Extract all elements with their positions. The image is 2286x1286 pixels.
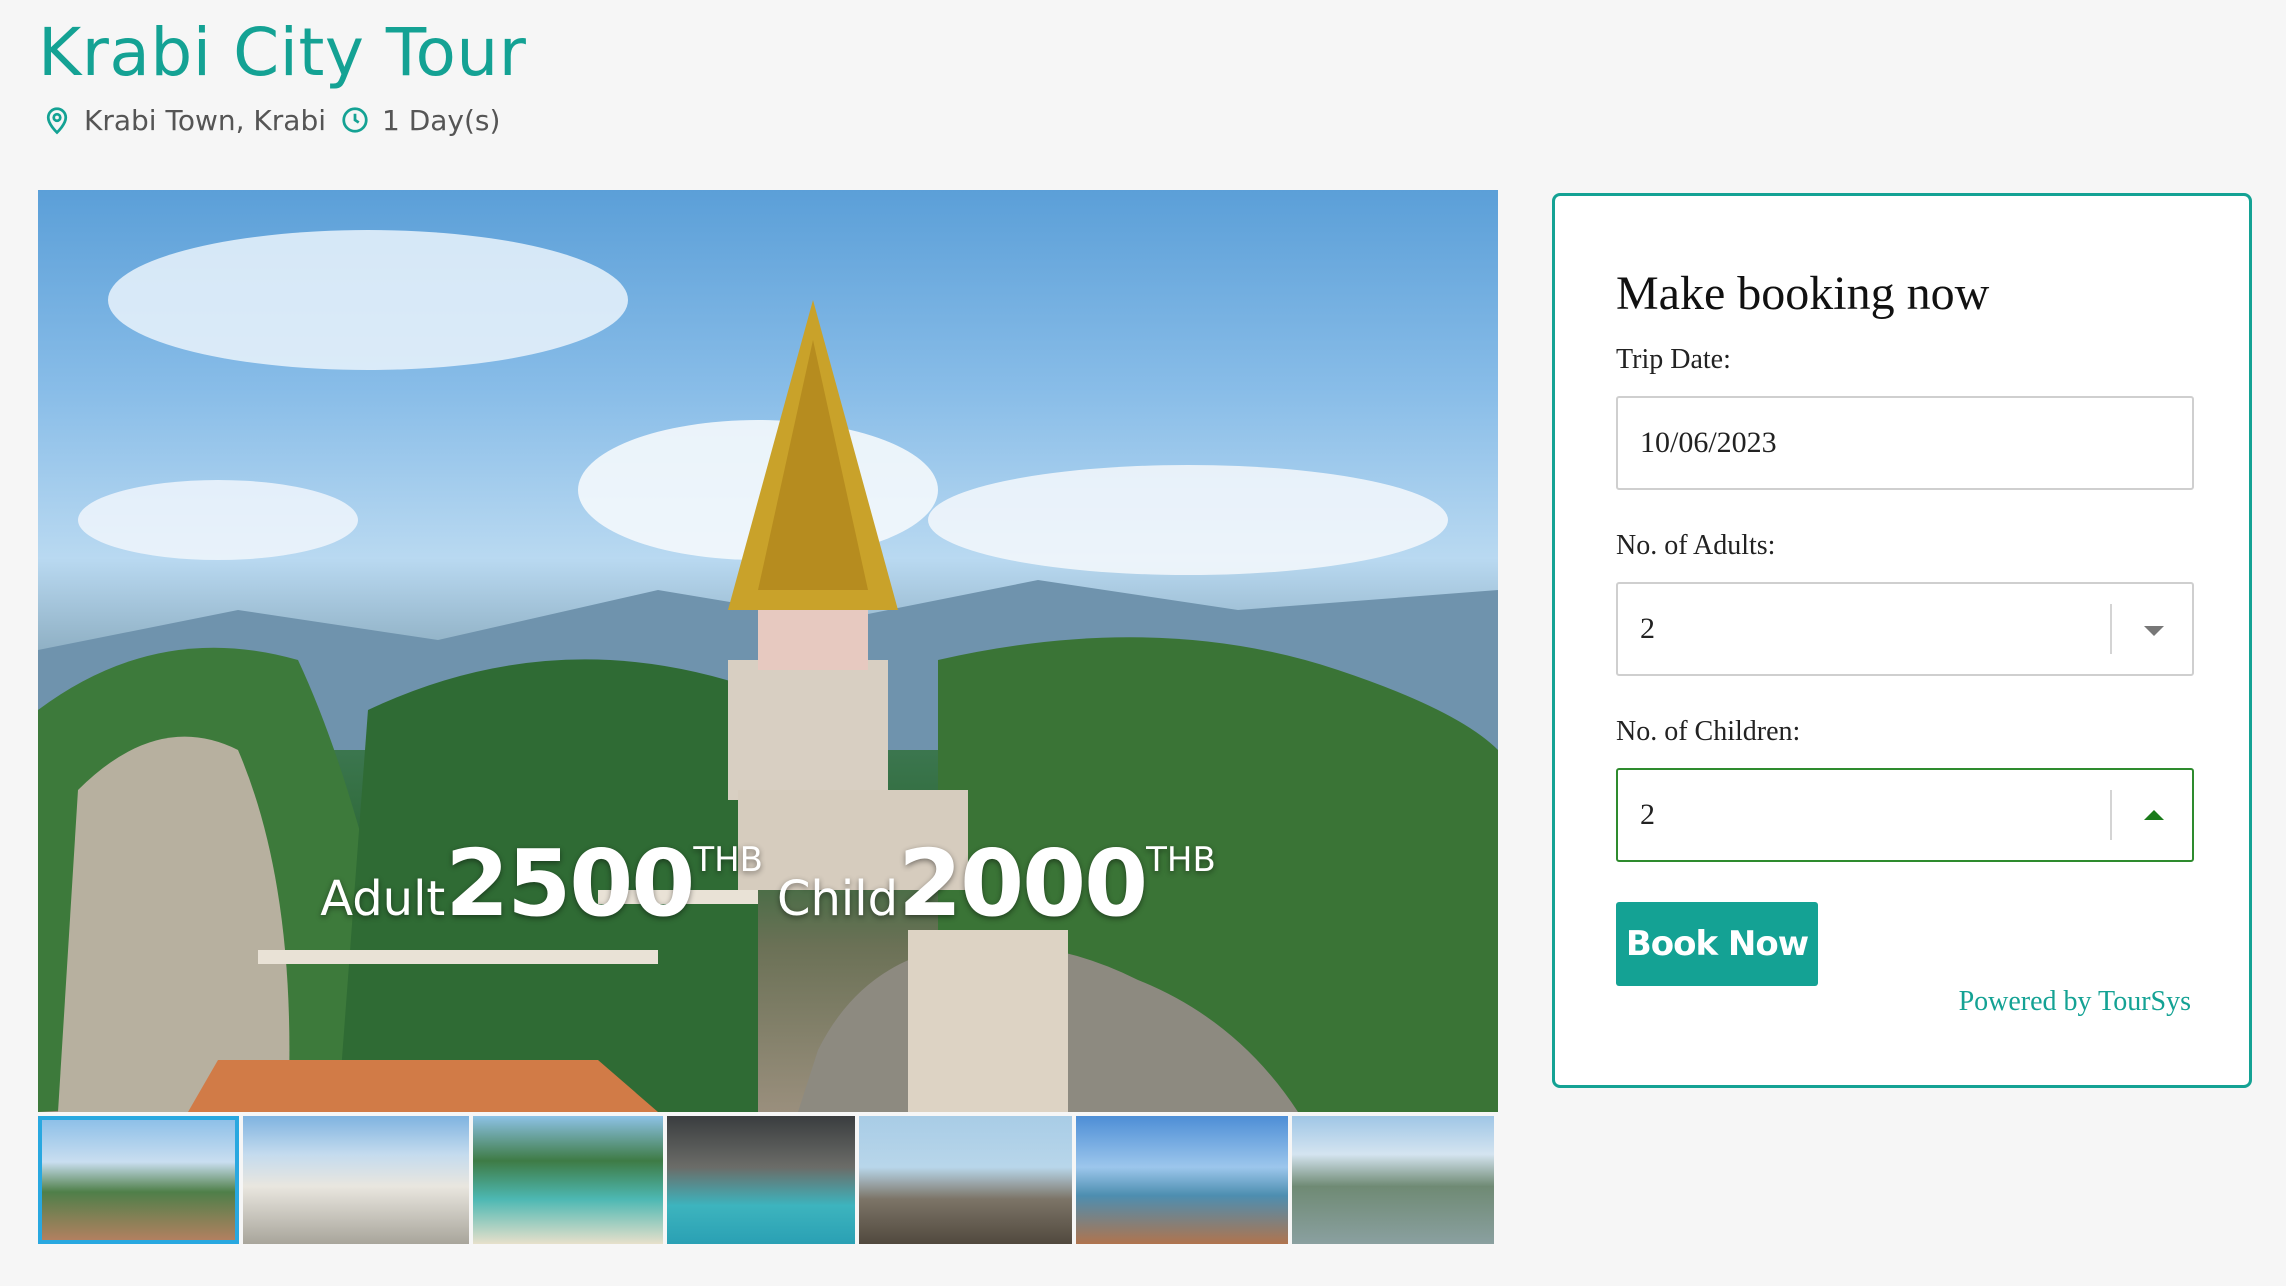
select-divider [2110, 604, 2112, 654]
chevron-down-icon[interactable] [2144, 626, 2164, 636]
child-currency: THB [1146, 840, 1216, 880]
thumbnail-white-temple[interactable] [243, 1116, 469, 1244]
thumbnail-island-cliff[interactable] [473, 1116, 663, 1244]
price-overlay: Adult2500THBChild2000THB [38, 830, 1498, 937]
tour-location: Krabi Town, Krabi [84, 103, 326, 137]
powered-by-link[interactable]: Powered by TourSys [1959, 986, 2191, 1018]
clock-icon [342, 107, 368, 133]
thumbnail-river-town[interactable] [1292, 1116, 1494, 1244]
page-title: Krabi City Tour [38, 14, 527, 91]
hero-image: Adult2500THBChild2000THB [38, 190, 1498, 1112]
adults-value: 2 [1640, 612, 1655, 645]
book-now-button[interactable]: Book Now [1616, 902, 1818, 986]
trip-date-label: Trip Date: [1616, 344, 1731, 375]
select-divider [2110, 790, 2112, 840]
child-price: 2000 [898, 830, 1148, 937]
tour-duration: 1 Day(s) [382, 103, 501, 137]
thumbnail-temple-hilltop[interactable] [38, 1116, 239, 1244]
location-pin-icon [46, 107, 68, 135]
trip-date-input[interactable]: 10/06/2023 [1616, 396, 2194, 490]
thumbnail-rock-beach[interactable] [859, 1116, 1072, 1244]
booking-card: Make booking now Trip Date: 10/06/2023 N… [1552, 193, 2252, 1088]
temple-scene-image [38, 230, 1498, 1112]
chevron-up-icon[interactable] [2144, 810, 2164, 820]
thumbnail-sunset-beach[interactable] [1076, 1116, 1288, 1244]
adults-label: No. of Adults: [1616, 530, 1776, 561]
children-label: No. of Children: [1616, 716, 1801, 747]
thumbnail-cave-sea[interactable] [667, 1116, 855, 1244]
child-label: Child [776, 871, 899, 927]
children-select[interactable]: 2 [1616, 768, 2194, 862]
adults-select[interactable]: 2 [1616, 582, 2194, 676]
adult-price: 2500 [445, 830, 695, 937]
thumbnail-strip [38, 1116, 1498, 1244]
tour-meta: Krabi Town, Krabi 1 Day(s) [42, 100, 500, 140]
adult-label: Adult [320, 871, 446, 927]
children-value: 2 [1640, 798, 1655, 831]
trip-date-value: 10/06/2023 [1640, 426, 1777, 459]
adult-currency: THB [693, 840, 763, 880]
booking-heading: Make booking now [1616, 267, 1990, 320]
